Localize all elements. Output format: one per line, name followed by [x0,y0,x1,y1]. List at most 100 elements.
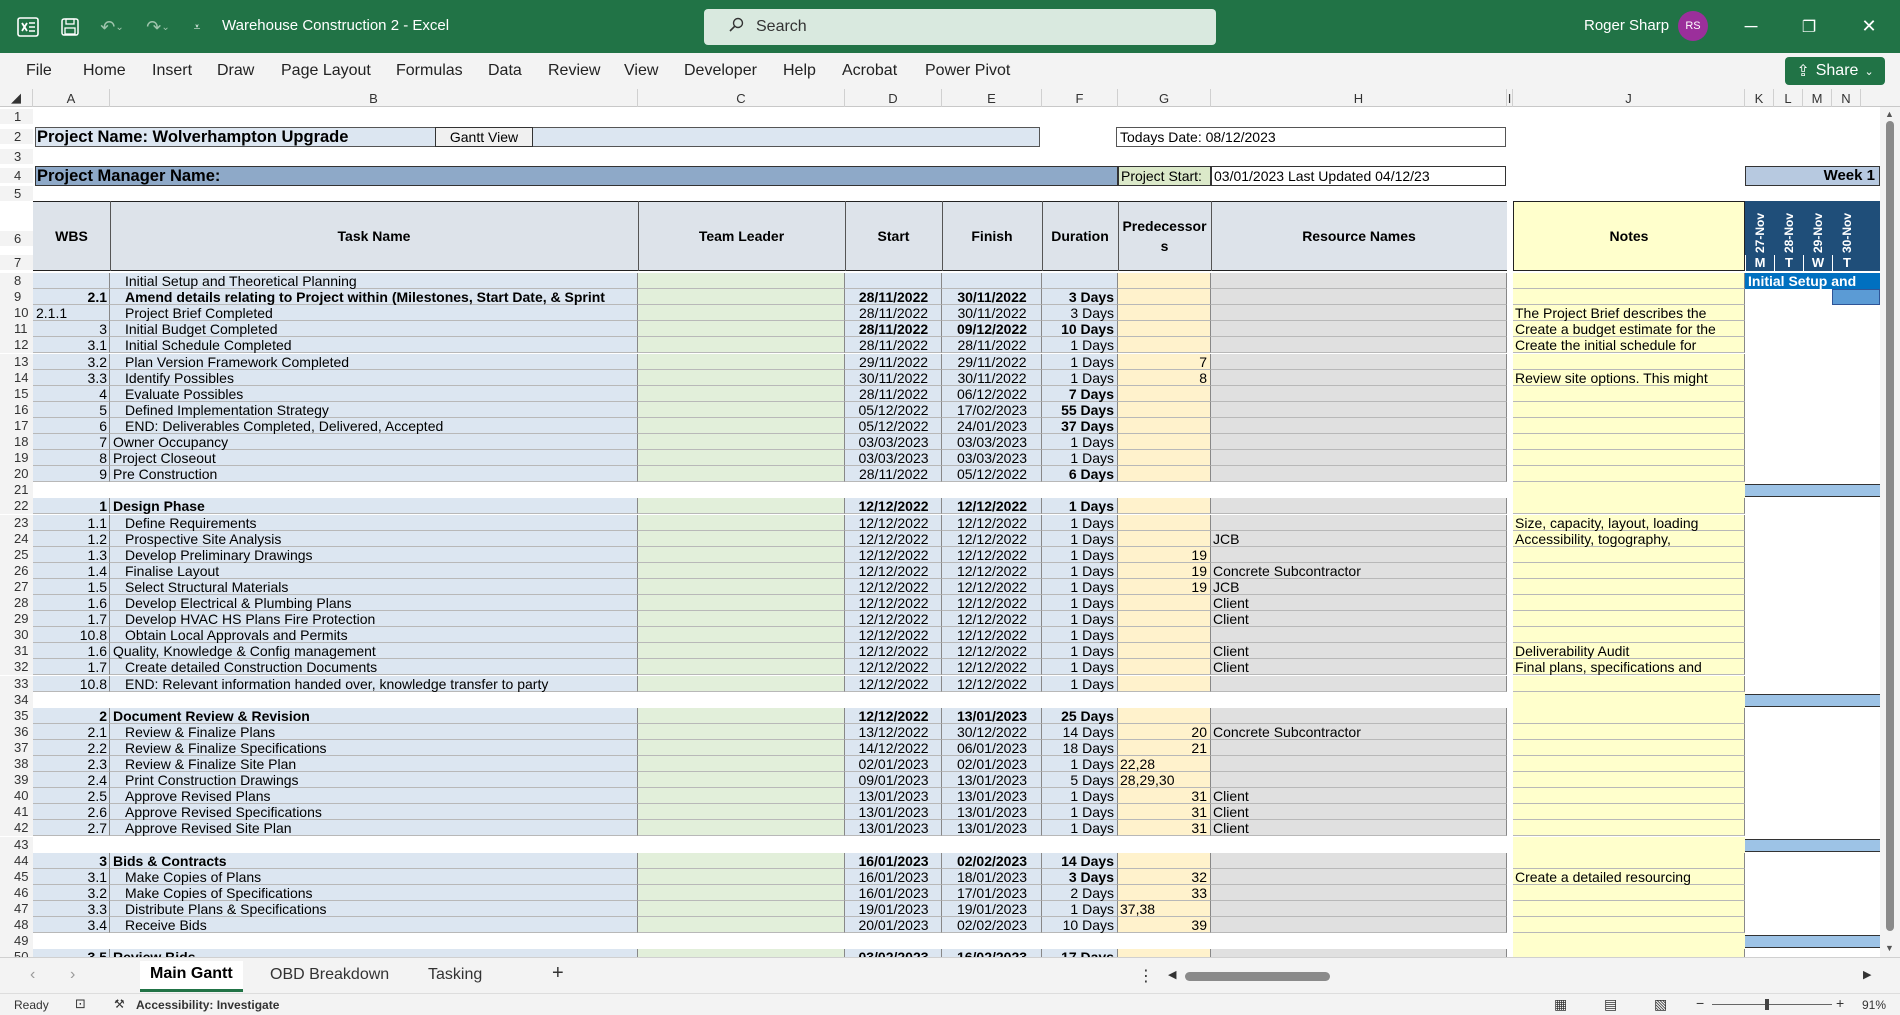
menu-page-layout[interactable]: Page Layout [281,62,371,80]
wbs-cell[interactable]: 2.1.1 [36,305,106,321]
duration-cell[interactable]: 3 Days [1042,305,1114,321]
wbs-cell[interactable]: 3.4 [33,917,107,933]
row-header[interactable]: 26 [0,563,33,579]
finish-date-cell[interactable]: 13/01/2023 [942,804,1042,820]
start-date-cell[interactable]: 16/01/2023 [845,885,942,901]
predecessors-cell[interactable]: 31 [1118,820,1207,836]
notes-cell[interactable]: Final plans, specifications and [1515,659,1743,675]
scroll-down-icon[interactable]: ▼ [1885,943,1894,953]
resource-names-cell[interactable]: Client [1213,820,1505,836]
column-header-k[interactable]: K [1745,89,1774,107]
notes-cell[interactable] [1513,482,1745,498]
predecessors-cell[interactable]: 20 [1118,724,1207,740]
predecessors-cell[interactable]: 32 [1118,869,1207,885]
resource-names-cell[interactable]: Client [1213,788,1505,804]
finish-date-cell[interactable]: 12/12/2022 [942,515,1042,531]
duration-cell[interactable]: 18 Days [1042,740,1114,756]
duration-cell[interactable]: 14 Days [1042,853,1114,869]
row-header[interactable]: 38 [0,756,33,772]
duration-cell[interactable]: 55 Days [1042,402,1114,418]
wbs-cell[interactable]: 2.1 [33,724,107,740]
resource-names-cell[interactable]: Client [1213,595,1505,611]
duration-cell[interactable]: 1 Days [1042,531,1114,547]
finish-date-cell[interactable]: 13/01/2023 [942,772,1042,788]
start-date-cell[interactable]: 12/12/2022 [845,708,942,724]
wbs-cell[interactable]: 3.1 [33,337,107,353]
menu-view[interactable]: View [624,62,658,80]
wbs-cell[interactable]: 5 [33,402,107,418]
finish-date-cell[interactable]: 13/01/2023 [942,820,1042,836]
duration-cell[interactable]: 1 Days [1042,901,1114,917]
start-date-cell[interactable]: 12/12/2022 [845,659,942,675]
start-date-cell[interactable]: 12/12/2022 [845,531,942,547]
duration-cell[interactable]: 1 Days [1042,337,1114,353]
search-box[interactable]: Search [704,9,1216,45]
start-date-cell[interactable]: 13/01/2023 [845,788,942,804]
row-header[interactable]: 34 [0,692,33,708]
menu-power-pivot[interactable]: Power Pivot [925,62,1010,80]
row-header[interactable]: 40 [0,788,33,804]
wbs-cell[interactable]: 2.5 [33,788,107,804]
duration-cell[interactable]: 6 Days [1042,466,1114,482]
wbs-cell[interactable]: 6 [33,418,107,434]
start-date-cell[interactable]: 28/11/2022 [845,321,942,337]
predecessors-cell[interactable]: 37,38 [1120,901,1220,917]
task-name-cell[interactable]: Receive Bids [125,917,634,933]
notes-cell[interactable]: Deliverability Audit [1515,643,1743,659]
start-date-cell[interactable]: 28/11/2022 [845,337,942,353]
start-date-cell[interactable]: 20/01/2023 [845,917,942,933]
row-header[interactable]: 44 [0,853,33,869]
finish-date-cell[interactable]: 05/12/2022 [942,466,1042,482]
finish-date-cell[interactable]: 30/11/2022 [942,305,1042,321]
duration-cell[interactable]: 1 Days [1042,498,1114,514]
task-name-cell[interactable]: Make Copies of Plans [125,869,634,885]
wbs-cell[interactable]: 1.7 [33,659,107,675]
wbs-cell[interactable]: 10.8 [33,627,107,643]
task-name-cell[interactable]: Project Brief Completed [125,305,634,321]
resource-names-cell[interactable]: Client [1213,804,1505,820]
finish-date-cell[interactable]: 17/01/2023 [942,885,1042,901]
duration-cell[interactable]: 7 Days [1042,386,1114,402]
wbs-cell[interactable]: 2.2 [33,740,107,756]
start-date-cell[interactable]: 12/12/2022 [845,515,942,531]
finish-date-cell[interactable]: 12/12/2022 [942,627,1042,643]
column-header-d[interactable]: D [845,89,942,107]
finish-date-cell[interactable]: 12/12/2022 [942,611,1042,627]
finish-date-cell[interactable]: 13/01/2023 [942,708,1042,724]
menu-insert[interactable]: Insert [152,62,192,80]
zoom-level[interactable]: 91% [1862,998,1886,1012]
row-header[interactable]: 19 [0,450,33,466]
notes-cell[interactable] [1513,837,1745,853]
start-date-cell[interactable]: 13/01/2023 [845,804,942,820]
duration-cell[interactable]: 1 Days [1042,611,1114,627]
finish-date-cell[interactable]: 24/01/2023 [942,418,1042,434]
task-name-cell[interactable]: Review & Finalize Site Plan [125,756,634,772]
finish-date-cell[interactable]: 12/12/2022 [942,643,1042,659]
menu-home[interactable]: Home [83,62,126,80]
accessibility-status[interactable]: Accessibility: Investigate [136,998,279,1012]
row-header[interactable]: 12 [0,337,33,353]
notes-cell[interactable] [1513,933,1745,949]
row-header[interactable]: 28 [0,595,33,611]
task-name-cell[interactable]: Prospective Site Analysis [125,531,634,547]
wbs-cell[interactable]: 4 [33,386,107,402]
tab-scroll-left-icon[interactable]: ‹ [30,966,35,984]
task-name-cell[interactable]: Owner Occupancy [113,434,634,450]
start-date-cell[interactable]: 12/12/2022 [845,611,942,627]
duration-cell[interactable]: 1 Days [1042,450,1114,466]
notes-cell[interactable]: The Project Brief describes the [1515,305,1743,321]
row-header[interactable]: 8 [0,273,33,289]
wbs-cell[interactable]: 3.2 [33,885,107,901]
predecessors-cell[interactable]: 31 [1118,804,1207,820]
zoom-slider[interactable] [1712,1004,1832,1005]
row-header[interactable]: 31 [0,643,33,659]
duration-cell[interactable]: 1 Days [1042,788,1114,804]
wbs-cell[interactable]: 1.1 [33,515,107,531]
share-button[interactable]: ⇪ Share ⌄ [1785,57,1885,85]
start-date-cell[interactable]: 19/01/2023 [845,901,942,917]
menu-file[interactable]: File [26,62,52,80]
duration-cell[interactable]: 3 Days [1042,869,1114,885]
task-name-cell[interactable]: Finalise Layout [125,563,634,579]
start-date-cell[interactable]: 29/11/2022 [845,354,942,370]
column-header-c[interactable]: C [638,89,845,107]
